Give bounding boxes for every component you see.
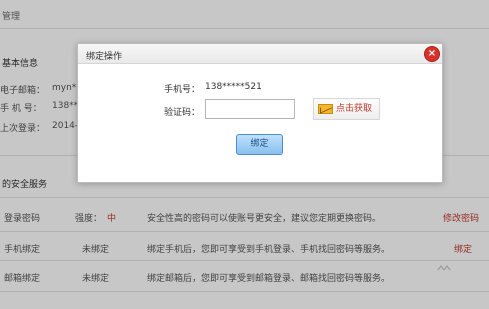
close-button[interactable]: × [424, 46, 440, 62]
get-code-label: 点击获取 [336, 104, 373, 114]
phone-label: 手机号： [164, 85, 201, 95]
bind-dialog: 绑定操作 × 手机号： 138*****521 验证码： 点击获取 绑定 [77, 43, 443, 183]
mail-icon [318, 104, 333, 114]
close-icon: × [427, 48, 437, 59]
bind-button-label: 绑定 [250, 139, 269, 149]
dialog-header: 绑定操作 × [78, 44, 442, 64]
get-code-button[interactable]: 点击获取 [313, 98, 380, 120]
phone-value: 138*****521 [205, 82, 262, 92]
verification-code-input[interactable] [205, 99, 295, 119]
bind-button[interactable]: 绑定 [236, 134, 283, 155]
code-label: 验证码： [164, 108, 201, 118]
dialog-title: 绑定操作 [86, 52, 123, 62]
